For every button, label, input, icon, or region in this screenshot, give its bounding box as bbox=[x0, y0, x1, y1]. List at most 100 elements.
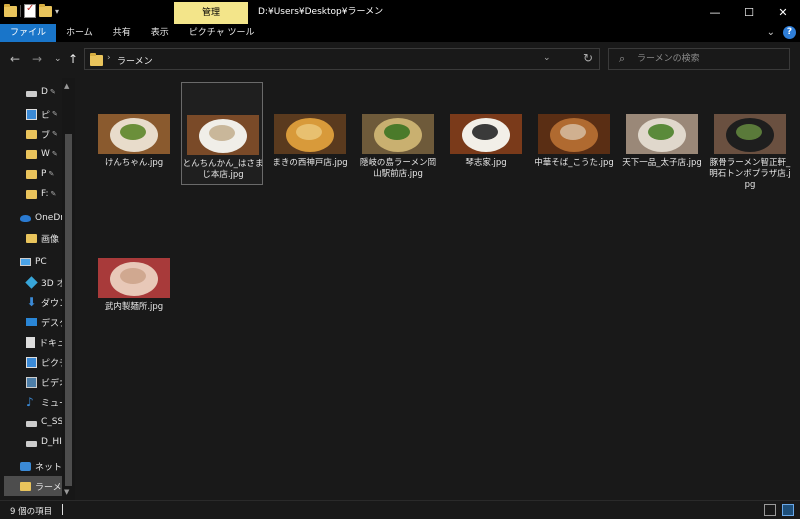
3d-objects-icon bbox=[25, 275, 38, 289]
image-thumbnail bbox=[98, 258, 170, 298]
nav-item-label: F: bbox=[41, 189, 49, 199]
nav-item-label: P bbox=[41, 169, 47, 179]
breadcrumb-current[interactable]: ラーメン bbox=[117, 54, 153, 67]
nav-item[interactable]: ラーメン bbox=[4, 476, 62, 496]
ribbon-tab[interactable]: ファイル bbox=[0, 24, 57, 42]
file-item[interactable]: とんちんかん_はさまじ本店.jpg bbox=[181, 82, 263, 185]
status-bar: 9 個の項目 bbox=[0, 500, 800, 519]
nav-item[interactable]: 画像 bbox=[0, 228, 62, 248]
onedrive-icon bbox=[20, 214, 31, 222]
scroll-down-icon[interactable]: ▼ bbox=[64, 488, 69, 496]
navigation-scrollbar[interactable]: ▲ ▼ bbox=[62, 78, 75, 500]
recent-locations-dropdown[interactable]: ⌄ bbox=[54, 54, 62, 64]
ribbon-tab[interactable]: ホーム bbox=[56, 24, 103, 42]
ribbon-tab[interactable]: 共有 bbox=[103, 24, 141, 42]
new-folder-icon[interactable] bbox=[39, 3, 52, 17]
address-history-dropdown[interactable]: ⌄ bbox=[543, 53, 551, 63]
nav-item[interactable]: ⬇ ダウン bbox=[0, 292, 62, 312]
window-controls: — ☐ ✕ bbox=[698, 0, 800, 24]
scrollbar-thumb[interactable] bbox=[65, 134, 72, 486]
ramen-topping-shape bbox=[472, 124, 498, 140]
nav-item-label: ビデオ bbox=[41, 378, 62, 389]
status-divider bbox=[62, 504, 63, 515]
address-bar[interactable]: › ラーメン ⌄ ↻ bbox=[84, 48, 600, 70]
pin-icon: ✎ bbox=[50, 190, 57, 198]
folder-icon bbox=[26, 129, 37, 139]
up-button[interactable]: ↑ bbox=[68, 52, 78, 66]
pin-icon: ✎ bbox=[49, 88, 56, 96]
image-thumbnail bbox=[450, 114, 522, 154]
file-item[interactable]: 武内製麺所.jpg bbox=[93, 226, 175, 329]
quick-access-toolbar: ▾ bbox=[4, 3, 59, 18]
file-item[interactable]: 豚骨ラーメン智正軒_明石トンボプラザ店.jpg bbox=[709, 82, 791, 190]
nav-item[interactable]: D_HI bbox=[0, 432, 62, 452]
window-title: D:¥Users¥Desktop¥ラーメン bbox=[258, 7, 384, 17]
help-icon[interactable]: ? bbox=[783, 26, 796, 39]
image-thumbnail bbox=[538, 114, 610, 154]
nav-item[interactable]: OneDrive bbox=[0, 208, 62, 228]
image-thumbnail bbox=[626, 114, 698, 154]
close-button[interactable]: ✕ bbox=[766, 0, 800, 24]
nav-item[interactable]: ビデオ bbox=[0, 372, 62, 392]
file-item[interactable]: けんちゃん.jpg bbox=[93, 82, 175, 185]
pc-icon bbox=[20, 258, 31, 266]
drive-icon bbox=[26, 90, 37, 97]
image-thumbnail bbox=[362, 114, 434, 154]
nav-item[interactable]: ネットワ bbox=[0, 456, 62, 476]
folder-icon bbox=[90, 53, 103, 66]
ribbon-collapse-icon[interactable]: ⌄ bbox=[767, 27, 775, 38]
minimize-button[interactable]: — bbox=[698, 0, 732, 24]
search-input[interactable] bbox=[637, 52, 782, 66]
pin-icon: ✎ bbox=[51, 150, 58, 158]
nav-item[interactable]: C_SS bbox=[0, 412, 62, 432]
file-item[interactable]: 隠岐の島ラーメン岡山駅前店.jpg bbox=[357, 82, 439, 185]
large-icons-view-icon[interactable] bbox=[782, 504, 794, 516]
nav-item-label: D bbox=[41, 87, 48, 97]
ramen-topping-shape bbox=[120, 124, 146, 140]
nav-item-label: ダウン bbox=[41, 298, 62, 309]
nav-item[interactable]: D ✎ bbox=[0, 82, 62, 102]
file-item[interactable]: 琴志家.jpg bbox=[445, 82, 527, 185]
nav-item[interactable]: F: ✎ bbox=[0, 184, 62, 204]
nav-item-label: ミュー bbox=[41, 398, 62, 409]
nav-item[interactable]: PC bbox=[0, 252, 62, 272]
nav-item[interactable]: ♪ ミュー bbox=[0, 392, 62, 412]
ribbon-tab[interactable]: ピクチャ ツール bbox=[179, 24, 265, 42]
nav-item[interactable]: ドキュ bbox=[0, 332, 62, 352]
file-name: 琴志家.jpg bbox=[465, 158, 507, 168]
file-name: 天下一品_太子店.jpg bbox=[622, 158, 702, 168]
nav-item[interactable]: 3D オ bbox=[0, 272, 62, 292]
customize-toolbar-dropdown-icon[interactable]: ▾ bbox=[55, 7, 59, 16]
drive-icon bbox=[26, 420, 37, 427]
maximize-button[interactable]: ☐ bbox=[732, 0, 766, 24]
nav-item[interactable]: ピクチ bbox=[0, 352, 62, 372]
file-name: 武内製麺所.jpg bbox=[104, 302, 164, 312]
back-button[interactable]: ← bbox=[10, 52, 20, 66]
file-name: まきの西神戸店.jpg bbox=[272, 158, 348, 168]
file-name: 中華そば_こうた.jpg bbox=[534, 158, 614, 168]
ramen-topping-shape bbox=[736, 124, 762, 140]
nav-item[interactable]: ブ ✎ bbox=[0, 124, 62, 144]
file-item[interactable]: まきの西神戸店.jpg bbox=[269, 82, 351, 185]
file-item[interactable]: 中華そば_こうた.jpg bbox=[533, 82, 615, 185]
nav-item-label: ピ bbox=[41, 110, 51, 121]
folder-icon bbox=[26, 169, 37, 179]
scroll-up-icon[interactable]: ▲ bbox=[64, 82, 69, 90]
nav-item[interactable]: W ✎ bbox=[0, 144, 62, 164]
nav-item[interactable]: ピ ✎ bbox=[0, 104, 62, 124]
search-box[interactable]: ⌕ bbox=[608, 48, 790, 70]
file-list: けんちゃん.jpg とんちんかん_はさまじ本店.jpg まきの西神戸店.jpg 隠岐の… bbox=[75, 78, 800, 500]
folder-icon bbox=[26, 149, 37, 159]
forward-button[interactable]: → bbox=[32, 52, 42, 66]
file-item[interactable]: 天下一品_太子店.jpg bbox=[621, 82, 703, 185]
details-view-icon[interactable] bbox=[764, 504, 776, 516]
folder-icon bbox=[26, 233, 37, 243]
context-tab-manage[interactable]: 管理 bbox=[174, 2, 248, 24]
toolbar-separator bbox=[20, 5, 21, 17]
ribbon-tab[interactable]: 表示 bbox=[141, 24, 179, 42]
properties-icon[interactable] bbox=[24, 3, 36, 18]
refresh-button[interactable]: ↻ bbox=[583, 51, 593, 65]
nav-item[interactable]: デスク bbox=[0, 312, 62, 332]
nav-item[interactable]: P ✎ bbox=[0, 164, 62, 184]
nav-item-label: ネットワ bbox=[35, 462, 62, 473]
